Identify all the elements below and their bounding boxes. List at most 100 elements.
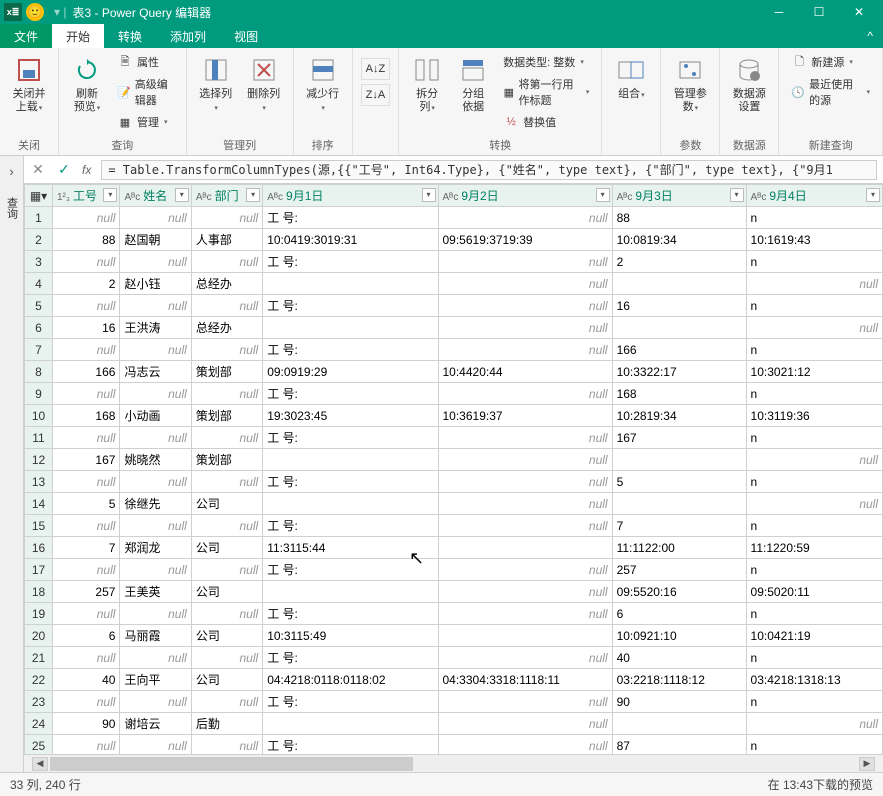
cell[interactable] <box>263 713 438 735</box>
cell[interactable]: 10:0419:3019:31 <box>263 229 438 251</box>
cell[interactable]: 10:3115:49 <box>263 625 438 647</box>
row-number[interactable]: 14 <box>25 493 53 515</box>
file-tab[interactable]: 文件 <box>0 24 52 48</box>
cell[interactable]: 09:5520:16 <box>612 581 746 603</box>
sidebar-expand-button[interactable]: › <box>9 164 13 179</box>
manage-button[interactable]: ▦管理▾ <box>113 112 178 132</box>
table-row[interactable]: 2240王向平公司04:4218:0118:0118:0204:3304:331… <box>25 669 883 691</box>
table-row[interactable]: 42赵小钰总经办nullnull <box>25 273 883 295</box>
cell[interactable]: null <box>191 647 262 669</box>
cell[interactable]: null <box>120 383 191 405</box>
cell[interactable]: null <box>191 383 262 405</box>
table-row[interactable]: 1nullnullnull工 号:null88n <box>25 207 883 229</box>
cell[interactable]: 郑润龙 <box>120 537 191 559</box>
table-row[interactable]: 11nullnullnull工 号:null167n <box>25 427 883 449</box>
close-button[interactable]: ✕ <box>839 0 879 24</box>
cell[interactable]: 冯志云 <box>120 361 191 383</box>
close-load-button[interactable]: 关闭并上载▾ <box>8 52 50 117</box>
cell[interactable]: null <box>120 427 191 449</box>
row-number[interactable]: 18 <box>25 581 53 603</box>
cell[interactable]: null <box>746 317 882 339</box>
cell[interactable]: 16 <box>612 295 746 317</box>
cell[interactable] <box>612 493 746 515</box>
group-by-button[interactable]: 分组依据 <box>453 52 493 116</box>
cell[interactable]: null <box>53 691 120 713</box>
cell[interactable]: 2 <box>612 251 746 273</box>
cell[interactable]: null <box>191 207 262 229</box>
cell[interactable]: 工 号: <box>263 647 438 669</box>
row-number[interactable]: 22 <box>25 669 53 691</box>
cell[interactable] <box>263 273 438 295</box>
cell[interactable]: null <box>53 647 120 669</box>
cell[interactable]: null <box>438 559 612 581</box>
cell[interactable]: null <box>746 273 882 295</box>
row-number[interactable]: 21 <box>25 647 53 669</box>
cell[interactable]: null <box>746 493 882 515</box>
cell[interactable]: null <box>191 471 262 493</box>
cell[interactable]: 16 <box>53 317 120 339</box>
cell[interactable]: 工 号: <box>263 515 438 537</box>
row-number[interactable]: 11 <box>25 427 53 449</box>
table-row[interactable]: 13nullnullnull工 号:null5n <box>25 471 883 493</box>
row-number[interactable]: 2 <box>25 229 53 251</box>
cell[interactable]: 166 <box>53 361 120 383</box>
cell[interactable]: n <box>746 603 882 625</box>
cell[interactable] <box>438 537 612 559</box>
row-number[interactable]: 13 <box>25 471 53 493</box>
cell[interactable]: 257 <box>612 559 746 581</box>
column-dropdown-button[interactable]: ▾ <box>596 188 610 202</box>
cell[interactable]: 人事部 <box>191 229 262 251</box>
tab-transform[interactable]: 转换 <box>104 24 156 48</box>
column-header[interactable]: 1²₃工号▾ <box>53 185 120 207</box>
cell[interactable]: 168 <box>53 405 120 427</box>
cell[interactable]: null <box>438 449 612 471</box>
cell[interactable]: null <box>438 273 612 295</box>
cell[interactable]: 09:5619:3719:39 <box>438 229 612 251</box>
table-row[interactable]: 9nullnullnull工 号:null168n <box>25 383 883 405</box>
cell[interactable]: null <box>191 251 262 273</box>
cell[interactable]: null <box>438 427 612 449</box>
cell[interactable]: null <box>191 427 262 449</box>
tab-view[interactable]: 视图 <box>220 24 272 48</box>
recent-sources-button[interactable]: 🕓最近使用的源▾ <box>787 74 874 110</box>
cell[interactable]: null <box>191 295 262 317</box>
cell[interactable]: 04:3304:3318:1118:11 <box>438 669 612 691</box>
cell[interactable]: 167 <box>612 427 746 449</box>
table-row[interactable]: 616王洪涛总经办nullnull <box>25 317 883 339</box>
cell[interactable]: null <box>438 317 612 339</box>
cell[interactable]: 策划部 <box>191 405 262 427</box>
cell[interactable]: 策划部 <box>191 449 262 471</box>
cell[interactable] <box>612 449 746 471</box>
cell[interactable]: 40 <box>612 647 746 669</box>
cell[interactable]: 工 号: <box>263 559 438 581</box>
cell[interactable]: null <box>438 713 612 735</box>
cell[interactable]: null <box>191 735 262 755</box>
column-header[interactable]: Aᴮc姓名▾ <box>120 185 191 207</box>
cell[interactable]: null <box>438 603 612 625</box>
table-row[interactable]: 8166冯志云策划部09:0919:2910:4420:4410:3322:17… <box>25 361 883 383</box>
cell[interactable]: null <box>438 471 612 493</box>
cell[interactable]: 5 <box>53 493 120 515</box>
cell[interactable]: n <box>746 735 882 755</box>
cell[interactable]: 工 号: <box>263 735 438 755</box>
cell[interactable]: n <box>746 691 882 713</box>
help-icon[interactable]: ^ <box>857 29 883 43</box>
row-number[interactable]: 1 <box>25 207 53 229</box>
cell[interactable]: 168 <box>612 383 746 405</box>
cell[interactable]: n <box>746 383 882 405</box>
column-dropdown-button[interactable]: ▾ <box>422 188 436 202</box>
table-row[interactable]: 167郑润龙公司11:3115:4411:1122:0011:1220:59 <box>25 537 883 559</box>
cell[interactable]: 王向平 <box>120 669 191 691</box>
cell[interactable]: null <box>438 339 612 361</box>
cell[interactable]: 03:4218:1318:13 <box>746 669 882 691</box>
cell[interactable]: 10:0921:10 <box>612 625 746 647</box>
cell[interactable]: 88 <box>53 229 120 251</box>
table-row[interactable]: 23nullnullnull工 号:null90n <box>25 691 883 713</box>
column-dropdown-button[interactable]: ▾ <box>730 188 744 202</box>
cell[interactable]: n <box>746 471 882 493</box>
cell[interactable]: 小动画 <box>120 405 191 427</box>
cell[interactable]: 10:0421:19 <box>746 625 882 647</box>
cell[interactable]: 166 <box>612 339 746 361</box>
row-number[interactable]: 25 <box>25 735 53 755</box>
new-source-button[interactable]: 🗋新建源▾ <box>787 52 874 72</box>
